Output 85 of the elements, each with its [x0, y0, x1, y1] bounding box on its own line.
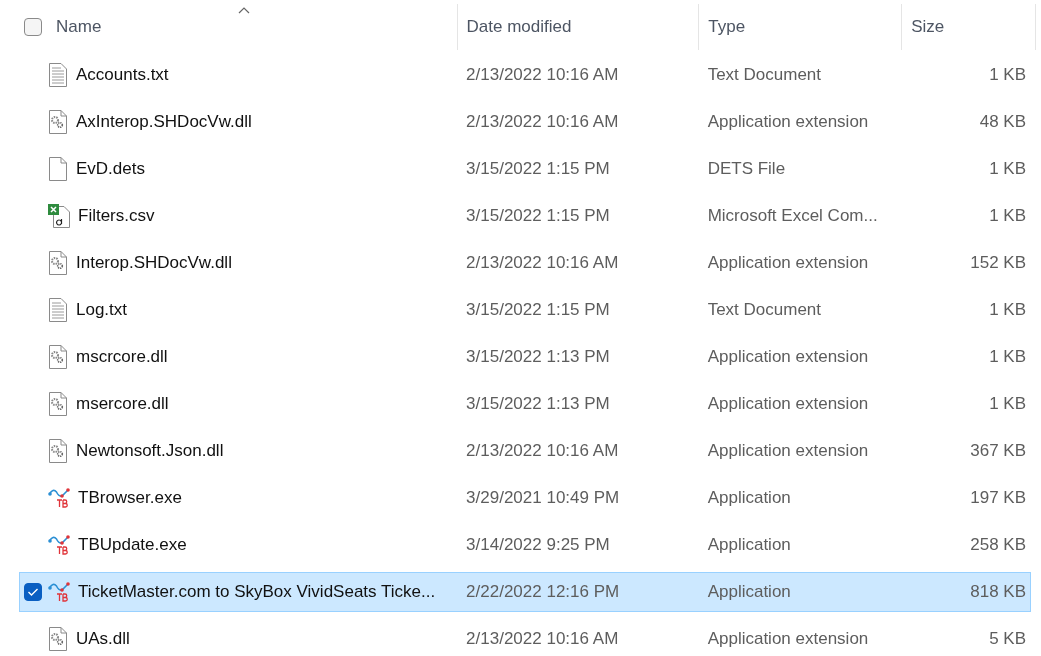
date-modified: 3/15/2022 1:13 PM — [466, 394, 610, 414]
file-type: Application extension — [707, 253, 869, 273]
app-logo-icon — [48, 581, 70, 603]
file-size: 1 KB — [989, 394, 1026, 414]
file-name: Filters.csv — [78, 206, 155, 226]
file-row[interactable]: msercore.dll 3/15/2022 1:13 PM Application extension 1 KB — [19, 384, 1031, 424]
file-type: Text Document — [707, 65, 822, 85]
checkmark-icon — [27, 587, 39, 597]
file-size: 367 KB — [970, 441, 1026, 461]
file-size: 1 KB — [989, 347, 1026, 367]
file-name: Newtonsoft.Json.dll — [76, 441, 224, 461]
file-row[interactable]: Interop.SHDocVw.dll 2/13/2022 10:16 AM Application extension 152 KB — [19, 243, 1031, 283]
date-modified: 3/29/2021 10:49 PM — [466, 488, 620, 508]
select-all-checkbox[interactable] — [24, 18, 42, 36]
file-row[interactable]: Accounts.txt 2/13/2022 10:16 AM Text Document 1 KB — [19, 55, 1031, 95]
gear-file-icon — [48, 345, 68, 369]
file-row[interactable]: UAs.dll 2/13/2022 10:16 AM Application extension 5 KB — [19, 619, 1031, 656]
file-name: EvD.dets — [76, 159, 145, 179]
date-modified: 3/14/2022 9:25 PM — [466, 535, 610, 555]
file-type: Microsoft Excel Com... — [707, 206, 878, 226]
file-name: TBrowser.exe — [78, 488, 182, 508]
date-modified: 2/13/2022 10:16 AM — [466, 629, 619, 649]
text-file-icon — [48, 298, 68, 322]
blank-file-icon — [48, 157, 68, 181]
file-size: 5 KB — [989, 629, 1026, 649]
row-checkbox[interactable] — [24, 583, 42, 601]
file-type: DETS File — [707, 159, 786, 179]
gear-file-icon — [48, 251, 68, 275]
file-type: Application extension — [707, 629, 869, 649]
date-modified: 3/15/2022 1:15 PM — [466, 159, 610, 179]
gear-file-icon — [48, 392, 68, 416]
text-file-icon — [48, 63, 68, 87]
file-size: 1 KB — [989, 65, 1026, 85]
date-modified: 2/22/2022 12:16 PM — [466, 582, 620, 602]
file-size: 818 KB — [970, 582, 1026, 602]
gear-file-icon — [48, 110, 68, 134]
file-row[interactable]: EvD.dets 3/15/2022 1:15 PM DETS File 1 KB — [19, 149, 1031, 189]
file-row[interactable]: Filters.csv 3/15/2022 1:15 PM Microsoft Excel Com... 1 KB — [19, 196, 1031, 236]
file-size: 1 KB — [989, 300, 1026, 320]
file-type: Application extension — [707, 112, 869, 132]
date-modified: 3/15/2022 1:13 PM — [466, 347, 610, 367]
file-size: 258 KB — [970, 535, 1026, 555]
spreadsheet-file-icon — [48, 204, 70, 228]
file-row[interactable]: Newtonsoft.Json.dll 2/13/2022 10:16 AM Application extension 367 KB — [19, 431, 1031, 471]
file-type: Text Document — [707, 300, 822, 320]
column-header[interactable]: Type — [708, 17, 746, 37]
date-modified: 3/15/2022 1:15 PM — [466, 300, 610, 320]
file-type: Application extension — [707, 441, 869, 461]
file-name: UAs.dll — [76, 629, 130, 649]
file-type: Application — [707, 488, 791, 508]
date-modified: 2/13/2022 10:16 AM — [466, 253, 619, 273]
column-header[interactable]: Size — [911, 17, 945, 37]
file-size: 48 KB — [979, 112, 1026, 132]
file-size: 1 KB — [989, 159, 1026, 179]
column-header[interactable]: Name — [56, 17, 102, 37]
file-row[interactable]: Log.txt 3/15/2022 1:15 PM Text Document 1 KB — [19, 290, 1031, 330]
file-size: 1 KB — [989, 206, 1026, 226]
date-modified: 2/13/2022 10:16 AM — [466, 112, 619, 132]
app-logo-icon — [48, 487, 70, 509]
file-size: 152 KB — [970, 253, 1026, 273]
date-modified: 2/13/2022 10:16 AM — [466, 65, 619, 85]
file-size: 197 KB — [970, 488, 1026, 508]
file-row[interactable]: AxInterop.SHDocVw.dll 2/13/2022 10:16 AM Application extension 48 KB — [19, 102, 1031, 142]
file-name: mscrcore.dll — [76, 347, 168, 367]
date-modified: 2/13/2022 10:16 AM — [466, 441, 619, 461]
gear-file-icon — [48, 627, 68, 651]
file-name: msercore.dll — [76, 394, 169, 414]
file-type: Application — [707, 582, 791, 602]
file-type: Application extension — [707, 394, 869, 414]
column-header[interactable]: Date modified — [466, 17, 572, 37]
file-name: AxInterop.SHDocVw.dll — [76, 112, 252, 132]
date-modified: 3/15/2022 1:15 PM — [466, 206, 610, 226]
file-row[interactable]: mscrcore.dll 3/15/2022 1:13 PM Application extension 1 KB — [19, 337, 1031, 377]
file-type: Application — [707, 535, 791, 555]
file-row[interactable]: TBUpdate.exe 3/14/2022 9:25 PM Application 258 KB — [19, 525, 1031, 565]
file-name: Log.txt — [76, 300, 128, 320]
file-row[interactable]: TBrowser.exe 3/29/2021 10:49 PM Application 197 KB — [19, 478, 1031, 518]
app-logo-icon — [48, 534, 70, 556]
file-name: Interop.SHDocVw.dll — [76, 253, 232, 273]
file-name: TBUpdate.exe — [78, 535, 187, 555]
file-name: TicketMaster.com to SkyBox VividSeats Ticke... — [78, 582, 436, 602]
file-name: Accounts.txt — [76, 65, 169, 85]
file-type: Application extension — [707, 347, 869, 367]
selected-file-row[interactable]: TicketMaster.com to SkyBox VividSeats Ticke... 2/22/2022 12:16 PM Application 818 KB — [19, 572, 1031, 612]
gear-file-icon — [48, 439, 68, 463]
